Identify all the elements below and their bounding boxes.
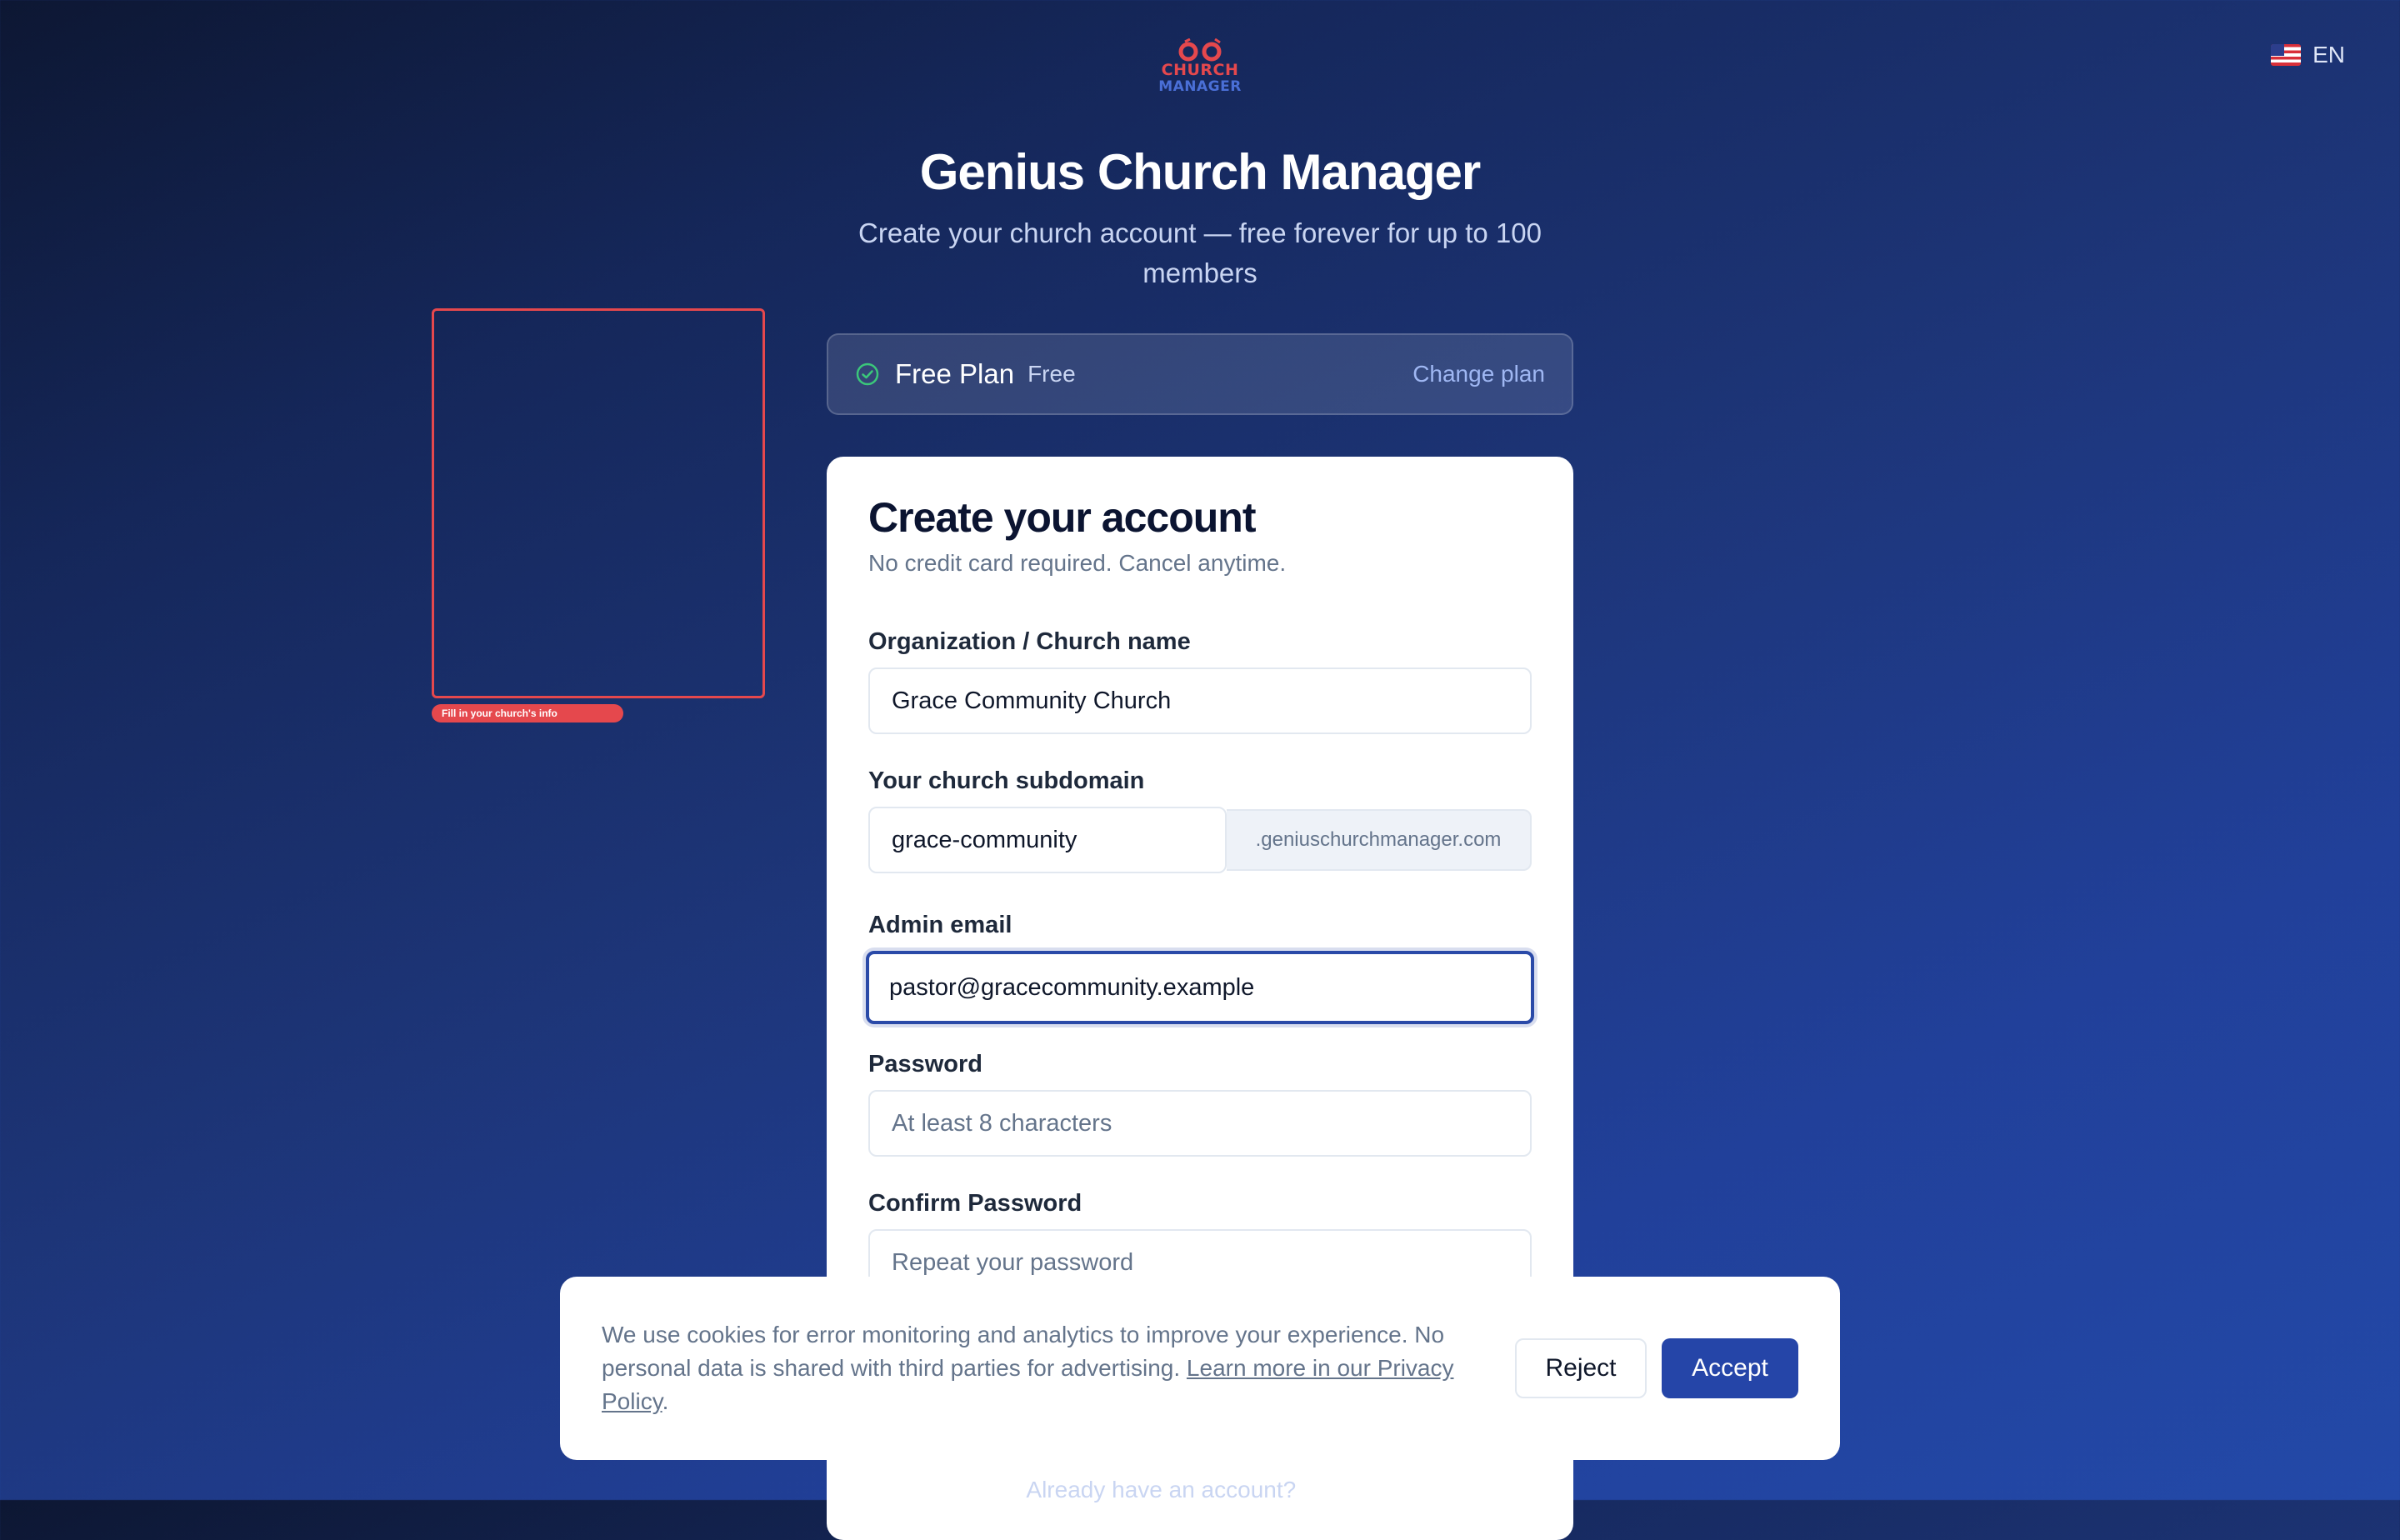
admin-email-input[interactable] [866, 951, 1534, 1024]
us-flag-icon [2271, 44, 2302, 66]
page-subtitle: Create your church account — free foreve… [858, 218, 1542, 288]
signin-prompt: Already have an account? Sign in [0, 1477, 2400, 1503]
password-field: Password [868, 1051, 1532, 1157]
subdomain-label: Your church subdomain [868, 768, 1145, 794]
org-label: Organization / Church name [868, 628, 1191, 655]
email-label: Admin email [868, 912, 1012, 938]
org-name-input[interactable] [868, 668, 1532, 734]
change-plan-link[interactable]: Change plan [1412, 361, 1545, 388]
subdomain-input[interactable] [868, 807, 1227, 873]
logo-glasses-icon [1178, 38, 1222, 62]
cookie-banner: We use cookies for error monitoring and … [560, 1277, 1840, 1460]
plan-summary: Free Plan Free Change plan [827, 333, 1573, 415]
sign-in-link[interactable]: Sign in [1302, 1477, 1374, 1502]
signin-prompt-text: Already have an account? [1026, 1477, 1297, 1502]
plan-name: Free Plan [895, 358, 1015, 389]
logo-word-manager: MANAGER [1158, 78, 1242, 95]
highlight-box [432, 308, 765, 698]
subdomain-field: Your church subdomain .geniuschurchmanag… [868, 768, 1532, 873]
password-input[interactable] [868, 1090, 1532, 1157]
reject-cookies-button[interactable]: Reject [1515, 1338, 1647, 1398]
org-field: Organization / Church name [868, 628, 1532, 734]
password-label: Password [868, 1051, 982, 1078]
brand-logo: CHURCH MANAGER [1153, 38, 1247, 108]
cookie-message: We use cookies for error monitoring and … [602, 1318, 1485, 1418]
language-code: EN [2312, 42, 2345, 68]
subdomain-row: .geniuschurchmanager.com [868, 807, 1532, 873]
highlight-tag: Fill in your church's info [432, 704, 623, 722]
confirm-password-label: Confirm Password [868, 1190, 1082, 1217]
form-title: Create your account [868, 494, 1256, 541]
accept-cookies-button[interactable]: Accept [1662, 1338, 1798, 1398]
subdomain-suffix: .geniuschurchmanager.com [1227, 809, 1532, 871]
check-circle-icon [856, 362, 879, 386]
logo-word-church: CHURCH [1161, 61, 1239, 79]
form-subtitle: No credit card required. Cancel anytime. [868, 550, 1287, 576]
cookie-trailing: . [662, 1388, 669, 1414]
plan-price: Free [1028, 361, 1076, 387]
language-selector[interactable]: EN [2271, 42, 2345, 68]
page-title: Genius Church Manager [919, 144, 1481, 200]
cookie-actions: Reject Accept [1515, 1338, 1798, 1398]
email-field: Admin email [866, 912, 1534, 1024]
